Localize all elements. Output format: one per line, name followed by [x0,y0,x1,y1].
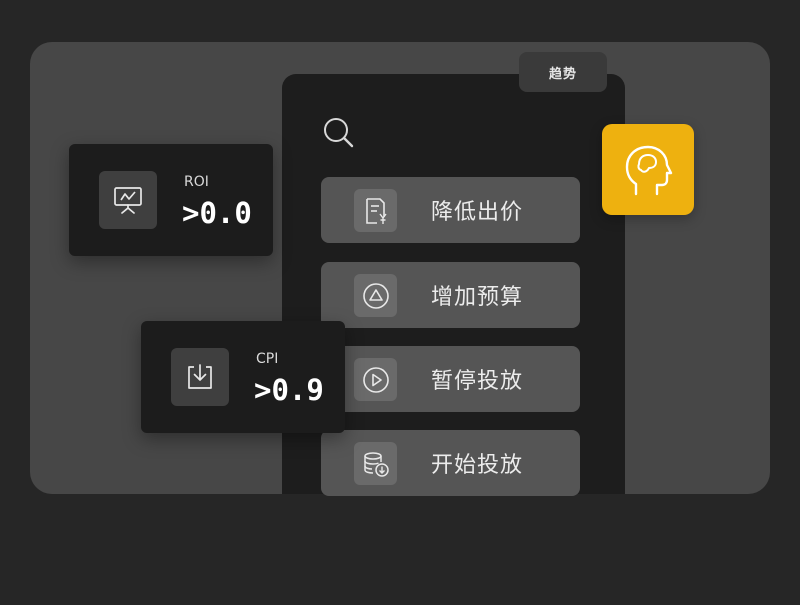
database-download-icon [354,442,397,485]
download-tray-icon [171,348,229,406]
ai-assistant-button[interactable] [602,124,694,215]
action-pause-delivery[interactable]: 暂停投放 [321,346,580,412]
head-brain-icon [625,145,673,195]
metric-value: >0.9 [254,373,324,407]
metric-label: CPI [256,351,279,367]
metric-label: ROI [184,174,209,190]
action-label: 暂停投放 [431,369,524,394]
presentation-chart-icon [99,171,157,229]
metric-card-cpi: CPI >0.9 [141,321,345,433]
search-icon[interactable] [322,116,354,148]
play-circle-icon [354,358,397,401]
tab-trend[interactable]: 趋势 [519,52,607,92]
metric-value: >0.0 [182,196,252,230]
action-start-delivery[interactable]: 开始投放 [321,430,580,496]
action-label: 开始投放 [431,453,524,478]
action-label: 增加预算 [431,285,524,310]
metric-card-roi: ROI >0.0 [69,144,273,256]
bill-yen-icon [354,189,397,232]
action-lower-bid[interactable]: 降低出价 [321,177,580,243]
action-label: 降低出价 [431,200,524,225]
action-increase-budget[interactable]: 增加预算 [321,262,580,328]
triangle-circle-icon [354,274,397,317]
